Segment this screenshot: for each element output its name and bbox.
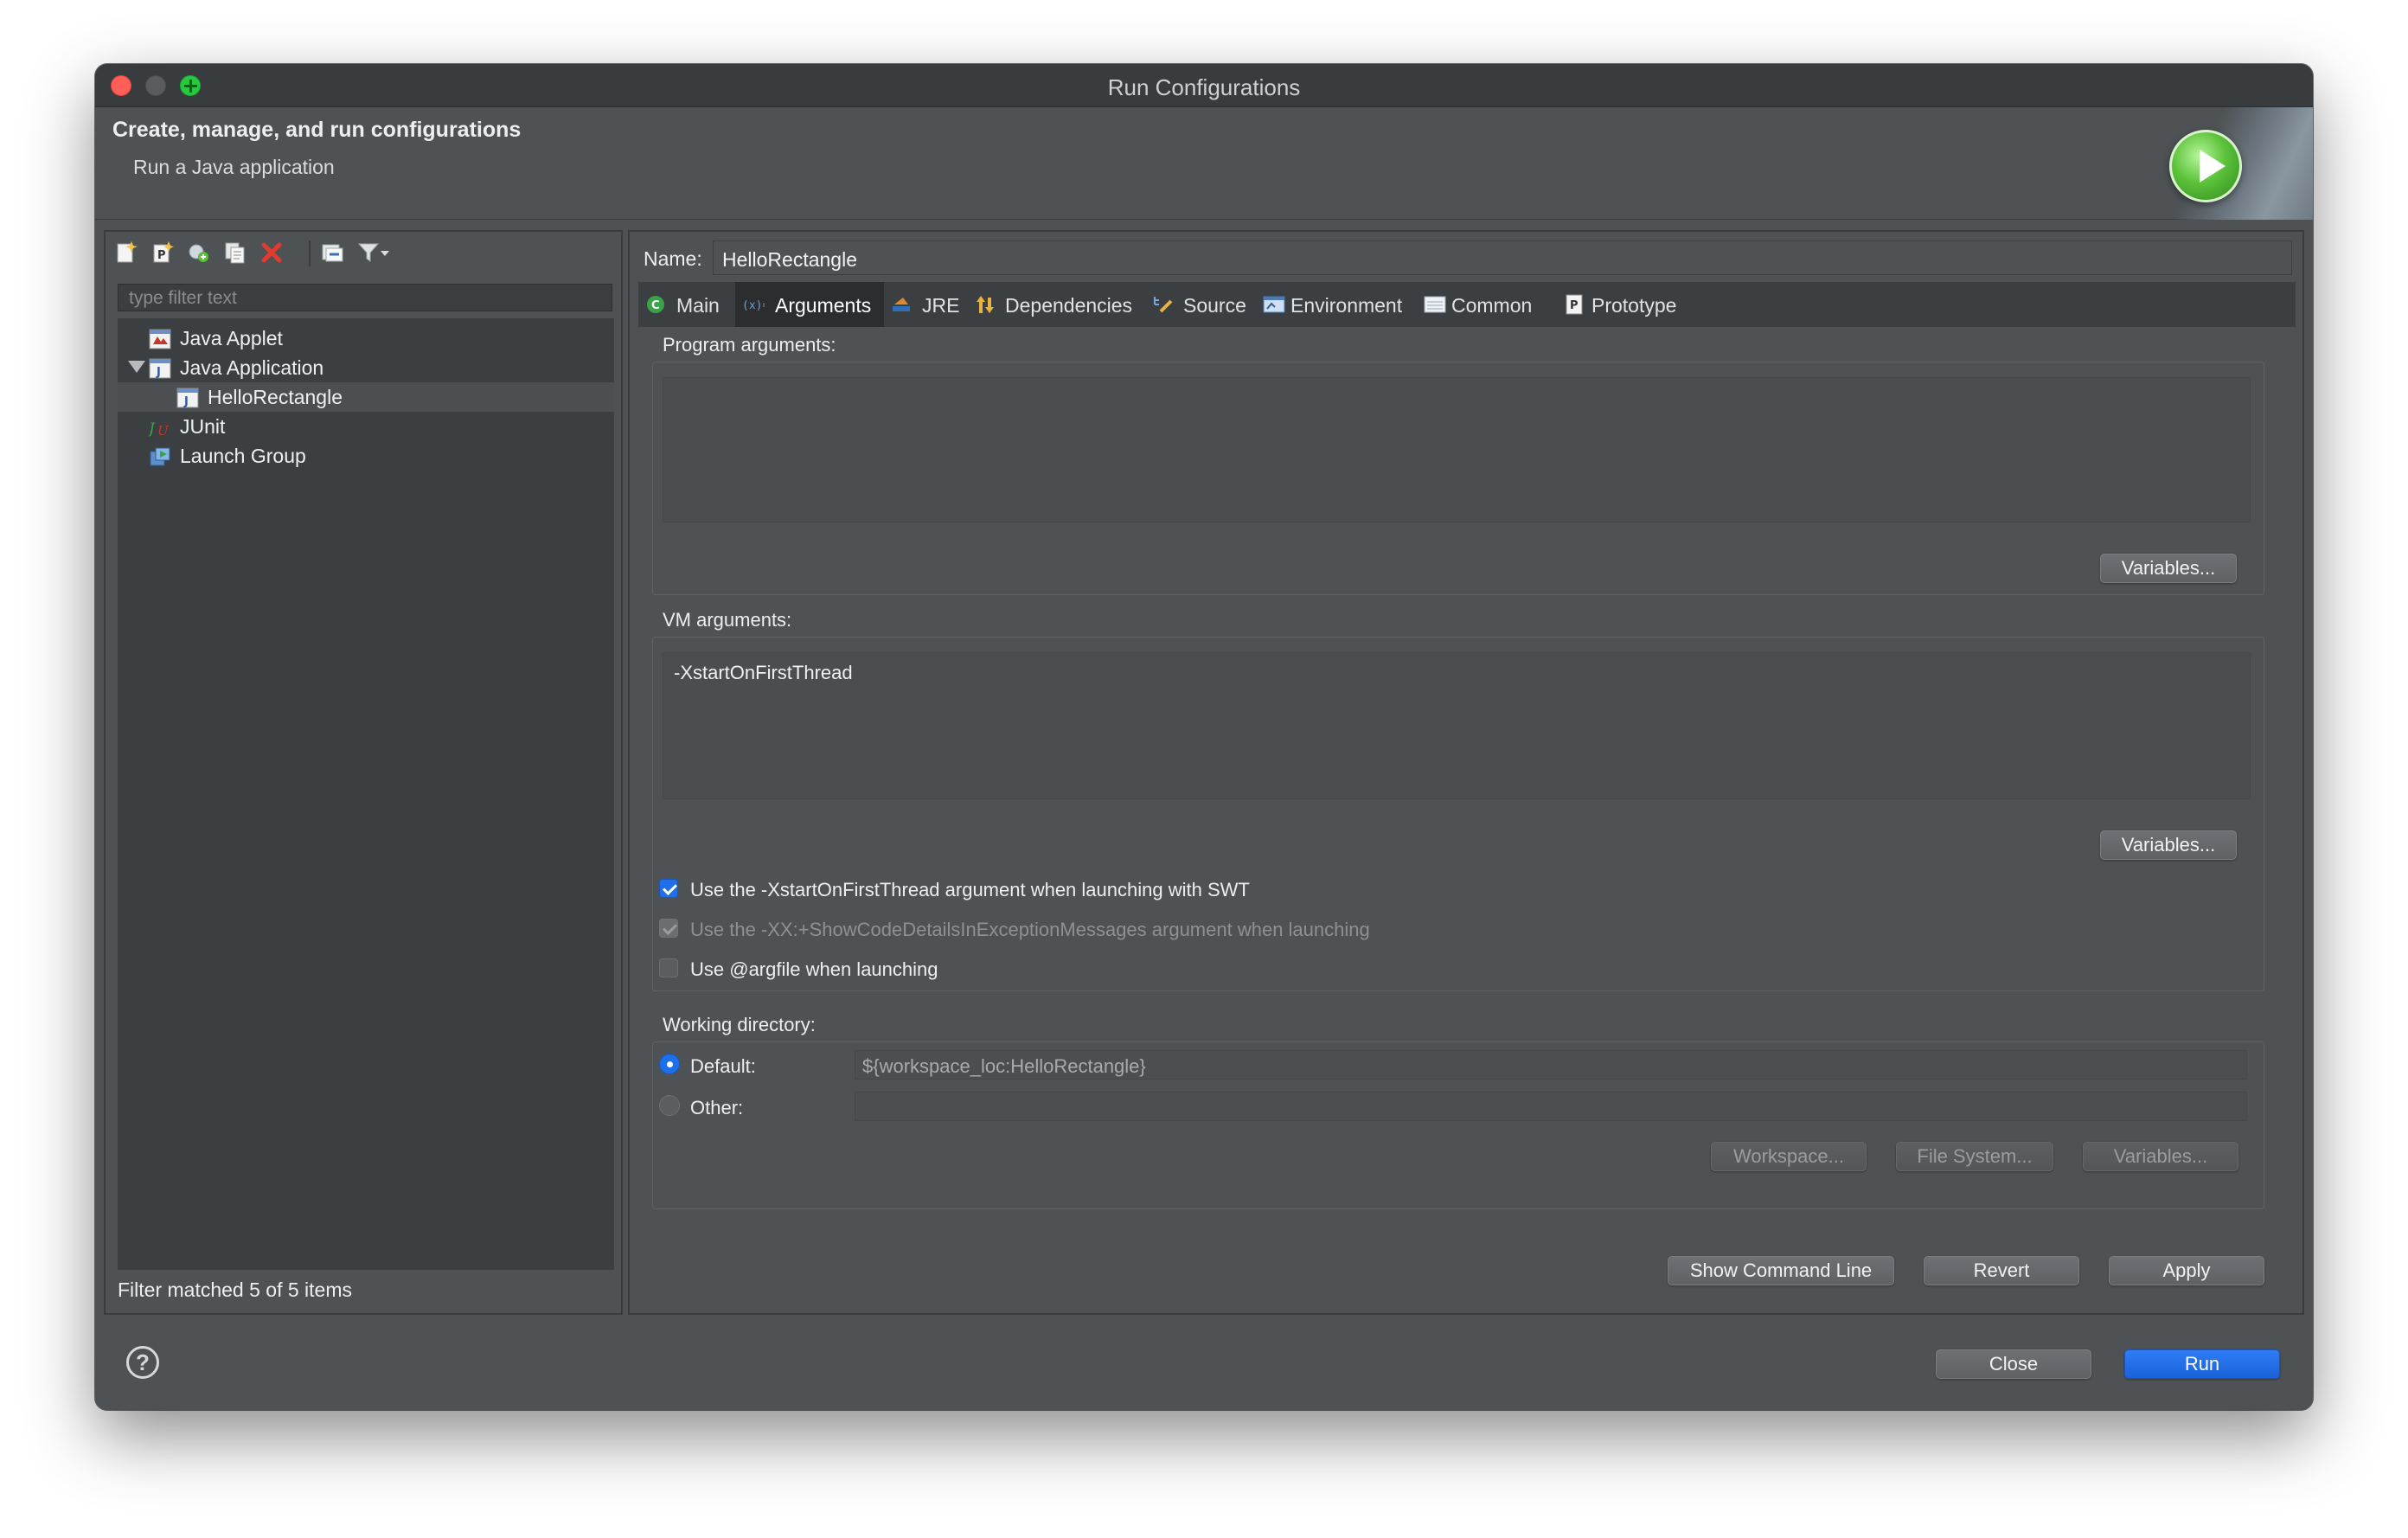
- delete-icon[interactable]: [259, 240, 284, 265]
- showcodedetails-option: Use the -XX:+ShowCodeDetailsInExceptionM…: [659, 915, 1697, 941]
- revert-button[interactable]: Revert: [1924, 1256, 2079, 1285]
- file-system-button: File System...: [1896, 1142, 2053, 1171]
- environment-icon: [1263, 296, 1285, 313]
- other-directory-label: Other:: [690, 1097, 744, 1118]
- tab-source[interactable]: Source: [1145, 282, 1256, 327]
- default-directory-radio[interactable]: [659, 1054, 680, 1074]
- filter-status: Filter matched 5 of 5 items: [118, 1278, 352, 1301]
- name-field[interactable]: HelloRectangle: [713, 240, 2292, 275]
- source-icon: [1154, 297, 1173, 313]
- apply-button[interactable]: Apply: [2109, 1256, 2264, 1285]
- svg-text:C: C: [651, 299, 660, 312]
- prototype-icon: P: [1566, 294, 1583, 315]
- default-directory-field: ${workspace_loc:HelloRectangle}: [855, 1050, 2247, 1080]
- tree-item-hellorectangle[interactable]: J HelloRectangle: [118, 382, 614, 412]
- window-title: Run Configurations: [1107, 74, 1301, 100]
- header-title: Create, manage, and run configurations: [112, 118, 522, 142]
- svg-text:P: P: [157, 249, 166, 262]
- main-icon: C: [647, 296, 664, 313]
- tree-item-launch-group[interactable]: Launch Group: [118, 441, 614, 471]
- program-arguments-label: Program arguments:: [663, 334, 836, 356]
- svg-text:J: J: [149, 420, 156, 438]
- configuration-editor: Name: HelloRectangle C Main (x)= Argumen…: [628, 230, 2304, 1315]
- header-subtitle: Run a Java application: [133, 156, 335, 178]
- tab-dependencies[interactable]: Dependencies: [967, 282, 1145, 327]
- program-arguments-variables-button[interactable]: Variables...: [2100, 554, 2237, 583]
- help-icon[interactable]: ?: [126, 1346, 159, 1379]
- tree-item-java-applet[interactable]: Java Applet: [118, 324, 614, 353]
- collapse-all-icon[interactable]: [320, 240, 344, 265]
- new-config-icon[interactable]: [114, 240, 138, 265]
- svg-text:J: J: [183, 395, 189, 408]
- duplicate-icon[interactable]: [223, 240, 247, 265]
- argfile-option[interactable]: Use @argfile when launching: [659, 955, 1697, 981]
- tab-arguments[interactable]: (x)= Arguments: [735, 282, 884, 327]
- dependencies-icon: [977, 296, 994, 313]
- expand-toggle-icon[interactable]: [128, 361, 145, 373]
- name-label: Name:: [644, 247, 702, 270]
- svg-text:(x)=: (x)=: [742, 299, 765, 312]
- svg-text:P: P: [1570, 299, 1579, 312]
- run-banner-icon: [2169, 130, 2242, 202]
- xstartonfirstthread-option[interactable]: Use the -XstartOnFirstThread argument wh…: [659, 875, 1697, 901]
- svg-text:J: J: [156, 366, 161, 379]
- common-icon: [1424, 296, 1446, 313]
- working-directory-label: Working directory:: [663, 1014, 816, 1035]
- argfile-checkbox[interactable]: [659, 958, 678, 977]
- program-arguments-textarea[interactable]: [663, 377, 2251, 522]
- export-icon[interactable]: [187, 240, 211, 265]
- filter-dropdown-icon[interactable]: [379, 240, 391, 265]
- new-prototype-icon[interactable]: P: [150, 240, 175, 265]
- run-configurations-dialog: Run Configurations Create, manage, and r…: [95, 64, 2313, 1410]
- tab-jre[interactable]: JRE: [884, 282, 967, 327]
- vm-arguments-variables-button[interactable]: Variables...: [2100, 830, 2237, 860]
- configurations-tree: Java Applet J Java Application J HelloRe…: [118, 318, 614, 1270]
- java-applet-icon: [149, 329, 171, 349]
- showcodedetails-checkbox: [659, 919, 678, 938]
- show-command-line-button[interactable]: Show Command Line: [1668, 1256, 1894, 1285]
- tree-item-java-application[interactable]: J Java Application: [118, 353, 614, 382]
- tree-item-junit[interactable]: JU JUnit: [118, 412, 614, 441]
- filter-input[interactable]: type filter text: [118, 284, 612, 311]
- tab-main[interactable]: C Main: [638, 282, 735, 327]
- title-bar: Run Configurations: [95, 64, 2313, 107]
- xstartonfirstthread-checkbox[interactable]: [659, 879, 678, 898]
- arguments-icon: (x)=: [742, 299, 765, 312]
- tab-common[interactable]: Common: [1417, 282, 1557, 327]
- default-directory-label: Default:: [690, 1055, 756, 1077]
- configuration-tabs: C Main (x)= Arguments JRE Dependencies S…: [638, 282, 2296, 327]
- working-directory-variables-button: Variables...: [2083, 1142, 2238, 1171]
- run-button[interactable]: Run: [2124, 1349, 2280, 1379]
- junit-icon: JU: [149, 420, 170, 438]
- close-button[interactable]: Close: [1936, 1349, 2091, 1379]
- jre-icon: [893, 298, 910, 311]
- other-directory-radio[interactable]: [659, 1095, 680, 1116]
- java-application-icon: J: [149, 358, 171, 379]
- filter-icon[interactable]: [356, 240, 381, 265]
- svg-text:U: U: [157, 423, 170, 438]
- toolbar-separator: [309, 240, 311, 266]
- configurations-panel: P type filter text Java Applet J Java Ap…: [104, 230, 623, 1315]
- java-class-icon: J: [176, 388, 199, 408]
- tab-prototype[interactable]: P Prototype: [1557, 282, 1697, 327]
- other-directory-field: [855, 1092, 2247, 1121]
- vm-arguments-label: VM arguments:: [663, 609, 792, 631]
- arguments-tab-content: Program arguments: Variables... VM argum…: [638, 327, 2296, 1209]
- tab-environment[interactable]: Environment: [1256, 282, 1417, 327]
- configurations-toolbar: P: [106, 232, 621, 273]
- workspace-button: Workspace...: [1711, 1142, 1867, 1171]
- vm-arguments-textarea[interactable]: -XstartOnFirstThread: [663, 652, 2251, 799]
- launch-group-icon: [150, 447, 170, 466]
